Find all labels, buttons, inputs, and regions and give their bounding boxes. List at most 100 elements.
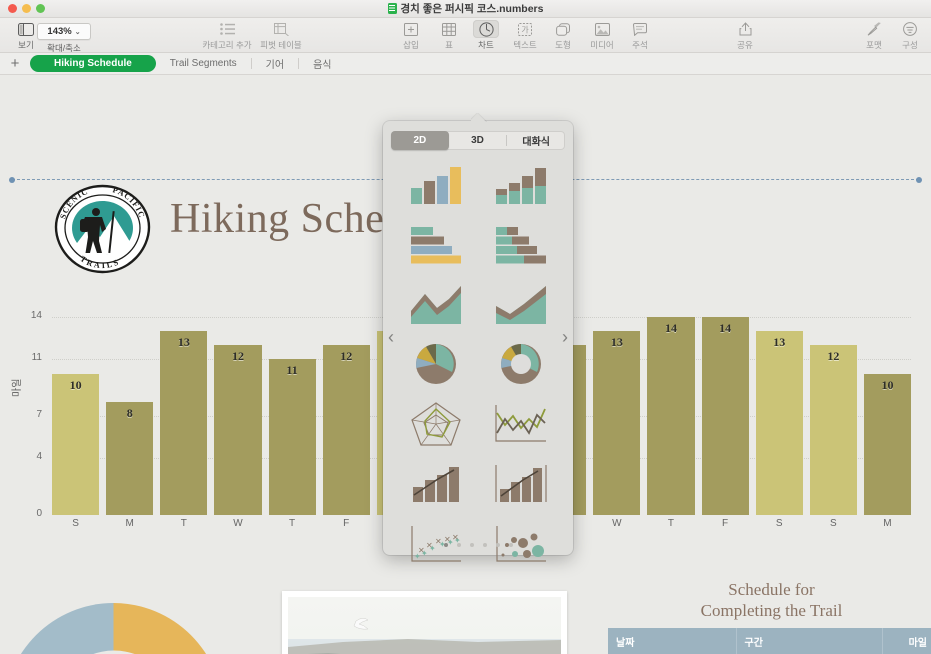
bar-chart-type[interactable]: [399, 217, 472, 271]
chart-bar[interactable]: 14: [702, 317, 749, 515]
chart-bar[interactable]: 10: [864, 374, 911, 515]
column-header-miles[interactable]: 마일: [882, 628, 931, 654]
shape-button[interactable]: 도형: [541, 20, 585, 51]
chart-bar-value: 13: [756, 335, 803, 350]
chart-bar-column[interactable]: 11: [269, 317, 316, 515]
chart-bar[interactable]: 12: [810, 345, 857, 515]
pivot-table-label: 피벗 테이블: [260, 39, 301, 51]
chart-bar-column[interactable]: 13: [160, 317, 207, 515]
segment-2d[interactable]: 2D: [391, 131, 449, 150]
comment-icon: [633, 20, 647, 38]
share-button[interactable]: 공유: [723, 20, 767, 51]
chart-bar-value: 10: [52, 378, 99, 393]
chart-bar-column[interactable]: 12: [323, 317, 370, 515]
page-dot[interactable]: [444, 543, 448, 547]
column-chart-type[interactable]: [399, 157, 472, 211]
format-label: 포맷: [866, 39, 882, 51]
chart-bar[interactable]: 13: [593, 331, 640, 515]
column-header-date[interactable]: 날짜: [608, 628, 736, 654]
chart-bar-column[interactable]: 10: [52, 317, 99, 515]
chart-type-popover[interactable]: 2D 3D 대화식: [383, 121, 573, 555]
segment-interactive[interactable]: 대화식: [507, 131, 565, 150]
x-tick-label: W: [593, 518, 640, 529]
chart-bar[interactable]: 12: [323, 345, 370, 515]
chart-bar[interactable]: 11: [269, 359, 316, 515]
organize-icon: [903, 20, 917, 38]
chart-bar-column[interactable]: 10: [864, 317, 911, 515]
sheet-tab-gear[interactable]: 기어: [252, 56, 298, 72]
organize-button[interactable]: 구성: [888, 20, 931, 51]
page-dot[interactable]: [496, 543, 500, 547]
sheet-tab-food[interactable]: 음식: [299, 56, 345, 72]
guide-handle-left[interactable]: [9, 177, 15, 183]
document-title: 경치 좋은 퍼시픽 코스.numbers: [0, 1, 931, 16]
y-tick-label: 4: [20, 451, 42, 462]
stacked-bar-chart-type[interactable]: [484, 217, 557, 271]
media-icon: [595, 20, 610, 38]
area-chart-type[interactable]: [399, 277, 472, 331]
schedule-table[interactable]: 날짜 구간 마일 2015년 7월 5-20일California Sectio…: [608, 628, 931, 654]
insert-label: 삽입: [403, 39, 419, 51]
y-tick-label: 0: [20, 508, 42, 519]
stacked-column-chart-type[interactable]: [484, 157, 557, 211]
segment-3d[interactable]: 3D: [449, 131, 507, 150]
page-dot[interactable]: [457, 543, 461, 547]
stacked-area-chart-type[interactable]: [484, 277, 557, 331]
prev-chart-page-button[interactable]: ‹: [388, 328, 394, 346]
chart-bar-column[interactable]: 13: [756, 317, 803, 515]
page-dot[interactable]: [470, 543, 474, 547]
pie-chart-type[interactable]: [399, 337, 472, 391]
chart-bar[interactable]: 10: [52, 374, 99, 515]
coastal-hikers-photo[interactable]: [282, 591, 567, 654]
add-sheet-button[interactable]: +: [0, 56, 30, 71]
page-dot[interactable]: [483, 543, 487, 547]
pivot-table-button[interactable]: 피벗 테이블: [250, 20, 312, 51]
zoom-select[interactable]: 143% ⌄: [37, 23, 91, 40]
x-tick-label: F: [323, 518, 370, 529]
popover-page-dots[interactable]: [383, 543, 573, 547]
shape-label: 도형: [555, 39, 571, 51]
column-line-2axis-chart-type[interactable]: [484, 457, 557, 511]
comment-button[interactable]: 주석: [618, 20, 662, 51]
donut-slice-completed[interactable]: [114, 603, 224, 654]
table-icon: [442, 20, 456, 38]
chart-bar[interactable]: 8: [106, 402, 153, 515]
chart-bar-column[interactable]: 8: [106, 317, 153, 515]
chart-bar-column[interactable]: 14: [647, 317, 694, 515]
chart-dimension-segmented-control[interactable]: 2D 3D 대화식: [391, 131, 565, 150]
chart-bar[interactable]: 13: [160, 331, 207, 515]
x-tick-label: M: [106, 518, 153, 529]
comment-label: 주석: [632, 39, 648, 51]
stacked-bar-chart-icon: [494, 224, 548, 264]
chart-bar[interactable]: 12: [214, 345, 261, 515]
view-label: 보기: [18, 39, 34, 51]
chart-bar-value: 10: [864, 378, 911, 393]
add-category-button[interactable]: 카테고리 추가: [196, 20, 258, 51]
donut-chart-icon: [497, 340, 545, 388]
guide-handle-right[interactable]: [916, 177, 922, 183]
chart-bar[interactable]: 13: [756, 331, 803, 515]
schedule-title-line-1: Schedule for: [608, 580, 931, 601]
page-dot[interactable]: [509, 543, 513, 547]
chart-bar-column[interactable]: 13: [593, 317, 640, 515]
chart-bar-column[interactable]: 12: [810, 317, 857, 515]
pie-chart-icon: [412, 340, 460, 388]
chart-bar-column[interactable]: 14: [702, 317, 749, 515]
sheet-tab-trail-segments[interactable]: Trail Segments: [156, 56, 251, 72]
chart-bar[interactable]: 14: [647, 317, 694, 515]
donut-slice-remaining[interactable]: [4, 603, 114, 654]
line-chart-type[interactable]: [484, 397, 557, 451]
list-icon: [220, 20, 235, 38]
column-header-section[interactable]: 구간: [736, 628, 882, 654]
percentage-of-trail-donut-chart[interactable]: Percentage of Trail: [0, 595, 231, 654]
sheet-tab-hiking-schedule[interactable]: Hiking Schedule: [30, 55, 156, 72]
donut-chart-type[interactable]: [484, 337, 557, 391]
chart-button[interactable]: 차트: [464, 20, 508, 51]
sheet-canvas[interactable]: SCENIC PACIFIC TRAILS Hiking Schedule 마일…: [0, 75, 931, 654]
numbers-doc-icon: [388, 3, 397, 14]
next-chart-page-button[interactable]: ›: [562, 328, 568, 346]
area-chart-icon: [409, 284, 463, 324]
column-line-chart-type[interactable]: [399, 457, 472, 511]
chart-bar-column[interactable]: 12: [214, 317, 261, 515]
radar-chart-type[interactable]: [399, 397, 472, 451]
